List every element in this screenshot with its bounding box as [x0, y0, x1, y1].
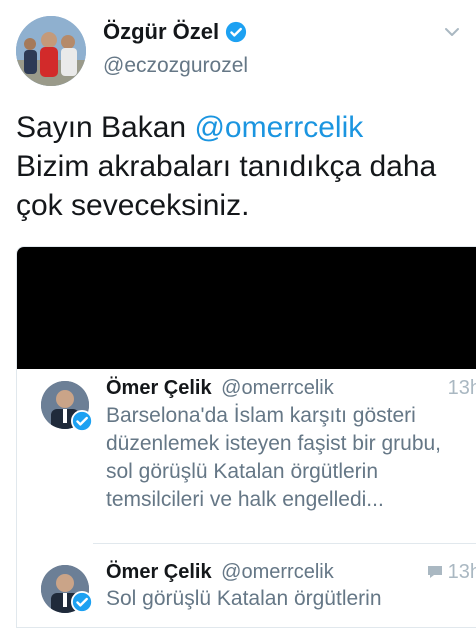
quoted-divider: [93, 543, 476, 544]
quoted-author-name[interactable]: Ömer Çelik: [106, 561, 212, 583]
quoted-timestamp-row: 13h: [426, 561, 476, 584]
quoted-author-handle[interactable]: @omerrcelik: [221, 561, 334, 583]
verified-badge-icon: [226, 21, 247, 43]
author-photo: [16, 16, 86, 86]
quoted-header: Ömer Çelik @omerrcelik: [106, 377, 334, 400]
quoted-author-handle[interactable]: @omerrcelik: [221, 377, 334, 399]
verified-badge-icon: [71, 591, 93, 613]
chevron-down-icon[interactable]: [444, 24, 460, 40]
quoted-text: Barselona'da İslam karşıtı gösteri düzen…: [106, 404, 442, 511]
author-handle[interactable]: @eczozgurozel: [103, 54, 248, 78]
verified-badge-icon: [71, 410, 93, 432]
embedded-card[interactable]: Ömer Çelik @omerrcelik 13h Barselona'da …: [16, 246, 476, 628]
quoted-header: Ömer Çelik @omerrcelik: [106, 561, 334, 584]
quoted-timestamp[interactable]: 13h: [448, 377, 476, 400]
author-avatar[interactable]: [16, 16, 86, 86]
reply-icon[interactable]: [426, 564, 444, 580]
tweet-text: Sayın Bakan @omerrcelik Bizim akrabaları…: [16, 108, 456, 225]
quoted-timestamp[interactable]: 13h: [448, 561, 476, 583]
mention-link[interactable]: @omerrcelik: [194, 111, 363, 144]
embedded-media[interactable]: [17, 247, 476, 369]
quoted-text: Sol görüşlü Katalan örgütlerin: [106, 587, 382, 610]
author-name[interactable]: Özgür Özel: [103, 19, 219, 45]
tweet-text-body: Bizim akrabaları tanıdıkça daha çok seve…: [16, 150, 437, 222]
tweet-text-intro: Sayın Bakan: [16, 111, 195, 144]
author-name-row[interactable]: Özgür Özel: [103, 19, 247, 45]
quoted-author-name[interactable]: Ömer Çelik: [106, 377, 212, 399]
